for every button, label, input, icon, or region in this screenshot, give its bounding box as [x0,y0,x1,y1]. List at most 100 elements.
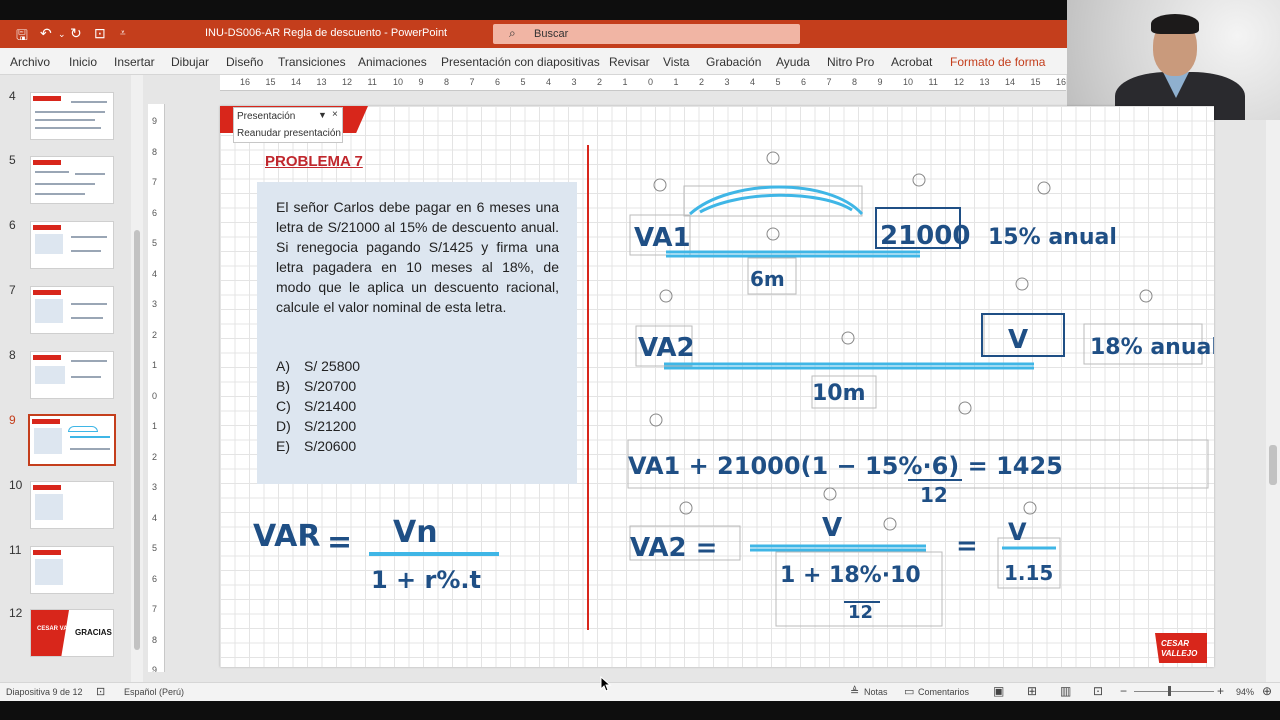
presentation-popup: Presentación ▼ × Reanudar presentación [233,107,343,143]
thumb-line [71,317,103,319]
thumb-tag [32,419,60,424]
zoom-level[interactable]: 94% [1236,687,1254,697]
undo-dropdown-icon[interactable]: ⌄ [58,29,66,40]
status-bar: Diapositiva 9 de 12 ⊡ Español (Perú) ≜ N… [0,682,1280,702]
tab-inicio[interactable]: Inicio [69,55,97,69]
thumb-line [35,193,85,195]
ruler-tick-label: 16 [240,77,251,87]
tab-animaciones[interactable]: Animaciones [358,55,427,69]
ruler-tick-label: 4 [546,77,552,87]
thumb-box [35,234,63,254]
dark-box-strokes [844,207,1065,603]
notes-icon: ≜ [850,686,860,698]
tab-acrobat[interactable]: Acrobat [891,55,932,69]
slide-thumbnail-12[interactable]: CESAR VALLEJO GRACIAS [30,609,114,657]
tab-vista[interactable]: Vista [663,55,689,69]
undo-icon[interactable]: ↶ [40,25,52,42]
popup-dropdown-icon[interactable]: ▼ [318,110,327,120]
start-presentation-icon[interactable]: ⊡ [94,25,106,42]
tab-archivo[interactable]: Archivo [10,55,50,69]
language-indicator[interactable]: Español (Perú) [124,687,184,697]
slide-thumbnail-10[interactable] [30,481,114,529]
tab-grabacion[interactable]: Grabación [706,55,761,69]
tab-revisar[interactable]: Revisar [609,55,650,69]
tab-ayuda[interactable]: Ayuda [776,55,810,69]
slide-number: 4 [9,89,16,103]
scrollbar-thumb[interactable] [134,230,140,650]
slide-divider-line [587,145,589,630]
hw-months-10: 10m [812,381,866,406]
notes-button[interactable]: Notas [864,687,888,697]
save-icon[interactable]: 🖫 [16,25,28,49]
reading-view-icon[interactable]: ▥ [1060,684,1071,698]
slide-thumbnail-6[interactable] [30,221,114,269]
thumbnails-scrollbar[interactable] [131,75,143,682]
ruler-tick-label: 11 [367,77,377,87]
slide-thumbnail-5[interactable] [30,156,114,204]
zoom-slider-thumb[interactable] [1168,686,1171,696]
option-letter: B) [276,378,290,394]
zoom-slider-track[interactable] [1134,691,1214,692]
tab-insertar[interactable]: Insertar [114,55,155,69]
ruler-tick-label: 0 [648,77,654,87]
formula-numerator: Vn [393,515,438,550]
zoom-in-icon[interactable]: + [1217,684,1224,698]
tab-transiciones[interactable]: Transiciones [278,55,346,69]
slide-thumbnail-4[interactable] [30,92,114,140]
rotate-handle [649,413,663,427]
search-box[interactable]: ⌕ Buscar [493,24,800,44]
fit-to-window-icon[interactable]: ⊕ [1262,684,1272,698]
slide-thumbnail-9-selected[interactable] [28,414,116,466]
tab-dibujar[interactable]: Dibujar [171,55,209,69]
thumb-arc [68,426,98,432]
ruler-tick-label: 7 [469,77,475,87]
ruler-tick-label: 6 [495,77,501,87]
ruler-tick-label: 8 [444,77,450,87]
thumb-line [70,448,110,450]
option-value: S/21400 [304,398,357,414]
slide-thumbnail-11[interactable] [30,546,114,594]
scrollbar-thumb[interactable] [1269,445,1277,485]
ruler-tick-label: 6 [801,77,807,87]
tab-presentacion-diapositivas[interactable]: Presentación con diapositivas [441,55,600,69]
slide-thumbnail-8[interactable] [30,351,114,399]
ruler-tick-label: 9 [152,116,158,126]
thumb-tag [33,355,61,360]
comments-button[interactable]: Comentarios [918,687,969,697]
slide-thumbnail-7[interactable] [30,286,114,334]
redo-icon[interactable]: ↻ [70,25,82,42]
editor-scrollbar[interactable] [1266,120,1280,682]
rotate-handle [823,487,837,501]
tab-formato-de-forma[interactable]: Formato de forma [950,55,1045,69]
hw-v: V [1008,325,1028,355]
hw-rhs-denominator: 1.15 [1004,561,1053,585]
ruler-tick-label: 11 [928,77,938,87]
option-letter: A) [276,358,290,374]
customize-toolbar-icon[interactable]: ⩡ [120,28,126,39]
resume-presentation-link[interactable]: Reanudar presentación [237,128,341,139]
thumb-box [35,366,65,384]
rotate-handle [841,331,855,345]
option-value: S/21200 [304,418,357,434]
accessibility-icon[interactable]: ⊡ [96,685,105,698]
ruler-tick-label: 10 [393,77,404,87]
popup-close-icon[interactable]: × [332,109,338,120]
tab-diseno[interactable]: Diseño [226,55,263,69]
hw-equation-denominator: 12 [920,483,948,507]
document-title: INU-DS006-AR Regla de descuento - PowerP… [205,27,448,39]
hw-denominator-12: 12 [848,602,873,623]
option-value: S/20600 [304,438,357,454]
normal-view-icon[interactable]: ▣ [993,684,1004,698]
slideshow-icon[interactable]: ⊡ [1093,684,1103,698]
tab-nitro-pro[interactable]: Nitro Pro [827,55,874,69]
zoom-out-icon[interactable]: − [1120,684,1127,698]
handwritten-solution[interactable]: VA1 21000 15% anual 6m VA2 V 18% anual 1… [590,140,1214,670]
ruler-tick-label: 1 [152,360,158,370]
rotate-handle [1139,289,1153,303]
slide-sorter-icon[interactable]: ⊞ [1027,684,1037,698]
arc-highlight [688,185,864,216]
thumb-tag [33,550,61,555]
option-letter: E) [276,438,290,454]
option-letter: C) [276,398,291,414]
ruler-tick-label: 5 [152,543,158,553]
